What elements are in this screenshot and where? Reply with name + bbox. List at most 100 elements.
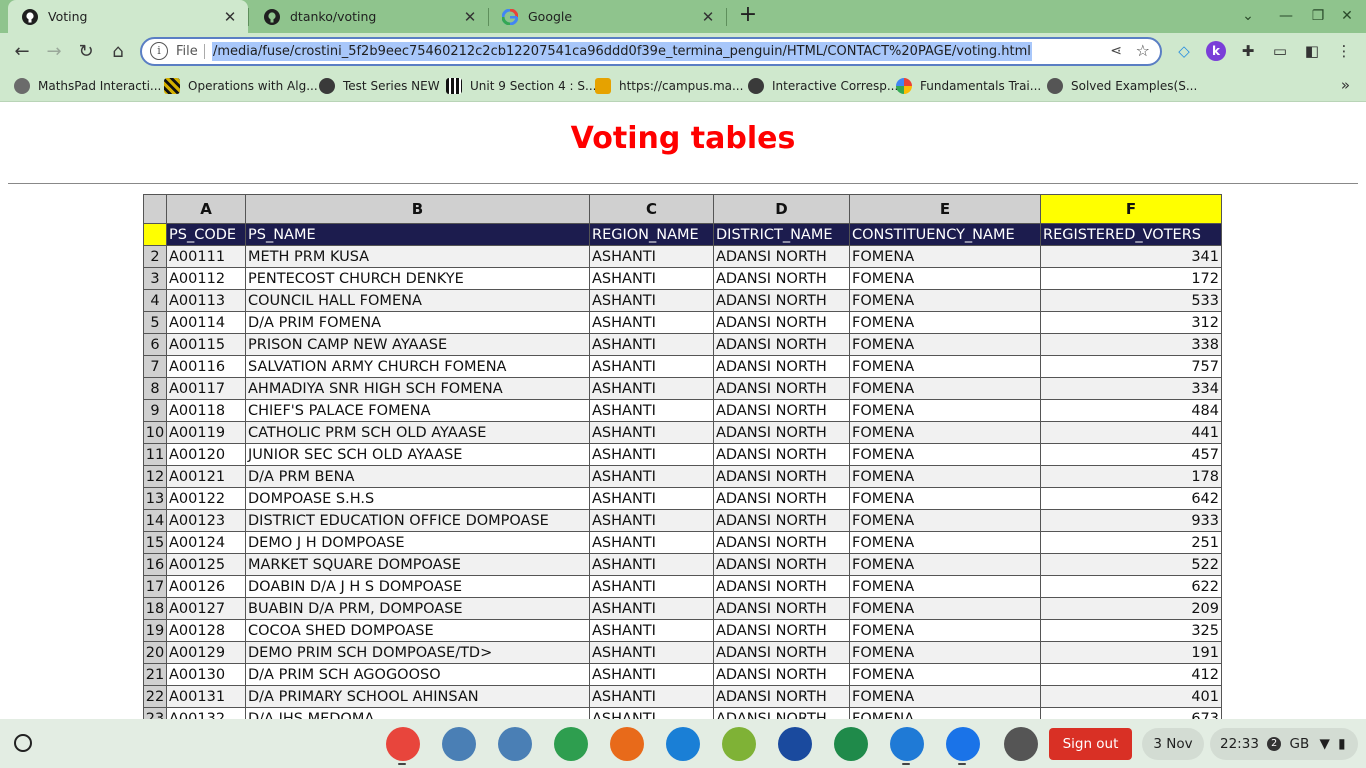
vscode-app-icon[interactable] (890, 727, 924, 761)
address-bar[interactable]: i File /media/fuse/crostini_5f2b9eec7546… (140, 37, 1162, 66)
idle-app-icon[interactable] (778, 727, 812, 761)
forward-arrow-icon[interactable]: → (41, 39, 67, 65)
desk-app-icon[interactable] (1004, 727, 1038, 761)
eye-app-green-icon[interactable] (722, 727, 756, 761)
url-divider (204, 44, 205, 59)
column-letter[interactable]: B (245, 194, 590, 224)
tab-voting[interactable]: Voting ✕ (8, 0, 248, 33)
bookmark-item[interactable]: Test Series NEW (319, 76, 440, 96)
column-letter[interactable]: D (713, 194, 850, 224)
table-row: 7 A00116 SALVATION ARMY CHURCH FOMENA ASHAN… (143, 355, 1222, 378)
bookmark-item[interactable]: Interactive Corresp... (748, 76, 898, 96)
tab-google[interactable]: Google ✕ (488, 0, 726, 33)
side-panel-icon[interactable]: ◧ (1302, 41, 1322, 61)
cell-constituency: FOMENA (849, 531, 1041, 554)
running-indicator (398, 763, 406, 765)
bookmark-item[interactable]: Solved Examples(S... (1047, 76, 1197, 96)
extension-diamond-icon[interactable]: ◇ (1174, 41, 1194, 61)
column-letter[interactable]: E (849, 194, 1041, 224)
sign-out-button[interactable]: Sign out (1049, 728, 1132, 760)
bookmark-item[interactable]: Operations with Alg... (164, 76, 318, 96)
bookmark-item[interactable]: Unit 9 Section 4 : S... (446, 76, 596, 96)
camera-app-icon[interactable] (554, 727, 588, 761)
notification-count-badge: 2 (1267, 737, 1282, 751)
close-icon[interactable]: ✕ (462, 8, 478, 26)
tab-dtanko-voting[interactable]: dtanko/voting ✕ (250, 0, 488, 33)
cell-region: ASHANTI (589, 575, 714, 598)
cell-district: ADANSI NORTH (713, 707, 850, 719)
cell-voters: 325 (1040, 619, 1222, 642)
restore-icon[interactable]: ❐ (1308, 6, 1328, 26)
cell-voters: 673 (1040, 707, 1222, 719)
cell-region: ASHANTI (589, 553, 714, 576)
link-icon (1047, 78, 1063, 94)
cell-constituency: FOMENA (849, 443, 1041, 466)
table-row: 12 A00121 D/A PRM BENA ASHANTI ADANSI NORTH F… (143, 465, 1222, 488)
column-letter[interactable]: C (589, 194, 714, 224)
info-icon[interactable]: i (150, 42, 168, 60)
cell-region: ASHANTI (589, 267, 714, 290)
date-pill[interactable]: 3 Nov (1142, 728, 1204, 760)
cell-name: CATHOLIC PRM SCH OLD AYAASE (245, 421, 590, 444)
battery-icon: ▮ (1338, 736, 1346, 752)
minimize-icon[interactable]: — (1276, 6, 1296, 26)
url-text[interactable]: /media/fuse/crostini_5f2b9eec75460212c2c… (212, 42, 1032, 61)
chrome-app-icon[interactable] (386, 727, 420, 761)
cell-name: JUNIOR SEC SCH OLD AYAASE (245, 443, 590, 466)
bookmark-label: MathsPad Interacti... (38, 79, 162, 93)
row-number: 17 (143, 575, 167, 598)
launcher-circle-icon[interactable] (14, 734, 32, 752)
cell-district: ADANSI NORTH (713, 597, 850, 620)
cell-voters: 441 (1040, 421, 1222, 444)
eye-app-blue-icon[interactable] (666, 727, 700, 761)
status-tray[interactable]: 22:33 2 GB ▼ ▮ (1210, 728, 1358, 760)
home-icon[interactable]: ⌂ (105, 39, 131, 65)
cell-name: D/A PRM BENA (245, 465, 590, 488)
voting-table: A B C D E F 1 PS_CODE PS_NAME REGION_NAM… (143, 194, 1222, 719)
share-icon[interactable]: ⋖ (1110, 43, 1122, 59)
column-letter-selected[interactable]: F (1040, 194, 1222, 224)
cell-constituency: FOMENA (849, 619, 1041, 642)
bookmark-item[interactable]: MathsPad Interacti... (14, 76, 161, 96)
tab-title: dtanko/voting (290, 9, 377, 24)
url-scheme-label: File (176, 44, 198, 59)
new-tab-button[interactable]: + (737, 4, 759, 28)
reload-icon[interactable]: ↻ (73, 39, 99, 65)
extension-k-icon[interactable]: k (1206, 41, 1226, 61)
drawing-app-icon[interactable] (610, 727, 644, 761)
cell-constituency: FOMENA (849, 597, 1041, 620)
cell-region: ASHANTI (589, 399, 714, 422)
files-docs-app-2-icon[interactable] (498, 727, 532, 761)
cell-constituency: FOMENA (849, 421, 1041, 444)
cell-region: ASHANTI (589, 355, 714, 378)
close-icon[interactable]: ✕ (222, 8, 238, 26)
bookmark-label: Solved Examples(S... (1071, 79, 1198, 93)
bookmark-star-icon[interactable]: ☆ (1136, 41, 1150, 60)
cell-district: ADANSI NORTH (713, 267, 850, 290)
cell-constituency: FOMENA (849, 465, 1041, 488)
back-arrow-icon[interactable]: ← (9, 39, 35, 65)
bookmark-item[interactable]: Fundamentals Trai... (896, 76, 1041, 96)
table-row: 23 A00132 D/A JHS MEDOMA ASHANTI ADANSI NORT… (143, 707, 1222, 719)
cast-icon[interactable]: ▭ (1270, 41, 1290, 61)
menu-kebab-icon[interactable]: ⋮ (1334, 41, 1354, 61)
close-icon[interactable]: ✕ (700, 8, 716, 26)
files-app-icon[interactable] (946, 727, 980, 761)
sheets-app-icon[interactable] (834, 727, 868, 761)
cell-code: A00128 (166, 619, 246, 642)
cell-district: ADANSI NORTH (713, 245, 850, 268)
cell-name: AHMADIYA SNR HIGH SCH FOMENA (245, 377, 590, 400)
close-window-icon[interactable]: ✕ (1337, 6, 1357, 26)
tab-search-chevron-icon[interactable]: ⌄ (1238, 6, 1258, 26)
cell-voters: 209 (1040, 597, 1222, 620)
cell-region: ASHANTI (589, 311, 714, 334)
row-number: 22 (143, 685, 167, 708)
cell-voters: 172 (1040, 267, 1222, 290)
bookmark-item[interactable]: https://campus.ma... (595, 76, 743, 96)
extensions-puzzle-icon[interactable]: ✚ (1238, 41, 1258, 61)
more-bookmarks-chevron-icon[interactable]: » (1341, 76, 1350, 94)
cell-name: D/A PRIM SCH AGOGOOSO (245, 663, 590, 686)
table-row: 14 A00123 DISTRICT EDUCATION OFFICE DOMPOA… (143, 509, 1222, 532)
column-letter[interactable]: A (166, 194, 246, 224)
files-docs-app-icon[interactable] (442, 727, 476, 761)
